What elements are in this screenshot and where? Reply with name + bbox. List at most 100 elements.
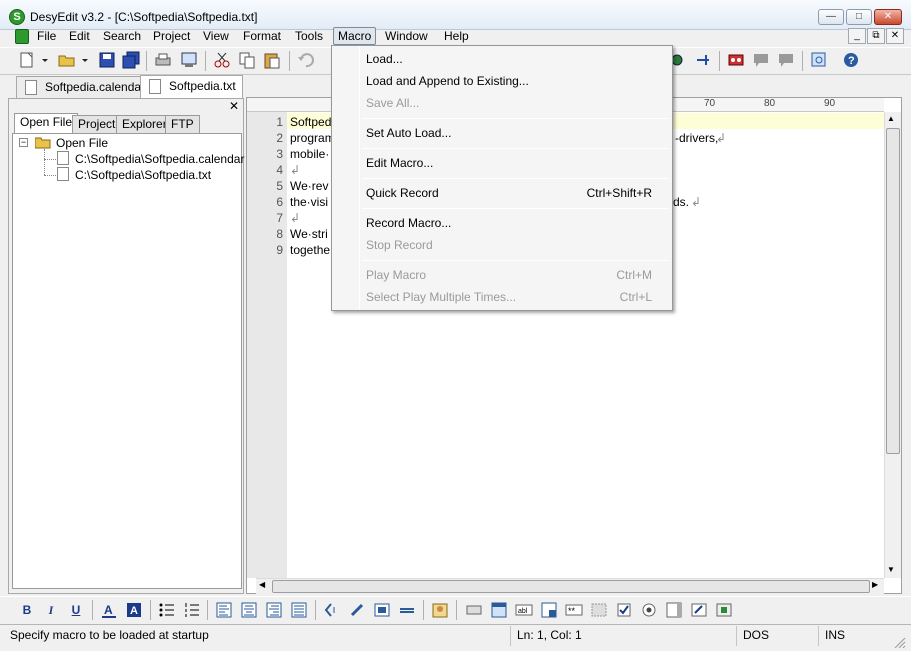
hidden-field-icon[interactable] xyxy=(590,601,608,619)
document-icon[interactable] xyxy=(15,29,29,44)
code-line: program xyxy=(290,131,335,145)
scroll-left-icon[interactable]: ◀ xyxy=(259,580,265,589)
save-all-icon[interactable] xyxy=(122,51,140,69)
menu-file[interactable]: File xyxy=(33,27,60,45)
menu-view[interactable]: View xyxy=(199,27,233,45)
menu-item-load[interactable]: Load... xyxy=(366,52,403,66)
highlight-color-icon[interactable]: A xyxy=(125,601,143,619)
open-dropdown-icon[interactable] xyxy=(80,51,90,69)
undo-icon[interactable] xyxy=(297,51,315,69)
font-color-icon[interactable]: A xyxy=(100,601,118,619)
print-preview-icon[interactable] xyxy=(180,51,198,69)
submit-icon[interactable] xyxy=(715,601,733,619)
find-in-files-icon[interactable] xyxy=(810,51,828,69)
menu-item-record-macro[interactable]: Record Macro... xyxy=(366,216,451,230)
new-dropdown-icon[interactable] xyxy=(40,51,50,69)
link-icon[interactable] xyxy=(348,601,366,619)
bold-button[interactable]: B xyxy=(18,601,36,619)
svg-text:?: ? xyxy=(848,55,855,67)
menu-item-load-append[interactable]: Load and Append to Existing... xyxy=(366,74,529,88)
tree-file-calendar[interactable]: C:\Softpedia\Softpedia.calendar xyxy=(75,152,244,166)
form-icon[interactable] xyxy=(431,601,449,619)
menu-format[interactable]: Format xyxy=(239,27,285,45)
underline-button[interactable]: U xyxy=(67,601,85,619)
menu-separator xyxy=(362,208,669,209)
justify-icon[interactable] xyxy=(290,601,308,619)
menu-macro[interactable]: Macro xyxy=(333,27,377,45)
ruler-number: 70 xyxy=(704,98,716,109)
tree-root-label[interactable]: Open File xyxy=(56,136,108,150)
menu-edit[interactable]: Edit xyxy=(65,27,94,45)
ruler-number: 80 xyxy=(764,98,776,109)
scroll-up-icon[interactable]: ▲ xyxy=(887,114,895,123)
frame-icon[interactable] xyxy=(490,601,508,619)
paste-icon[interactable] xyxy=(263,51,281,69)
folder-icon xyxy=(34,136,51,149)
radio-button-icon[interactable] xyxy=(640,601,658,619)
toolbar-separator xyxy=(207,600,208,620)
tree-collapse-icon[interactable]: − xyxy=(19,138,28,147)
pane-close-icon[interactable]: ✕ xyxy=(229,99,239,113)
maximize-button[interactable]: □ xyxy=(846,9,872,25)
mdi-minimize-button[interactable]: _ xyxy=(848,28,866,44)
list-box-icon[interactable] xyxy=(665,601,683,619)
grid-control-icon[interactable] xyxy=(540,601,558,619)
tab-softpedia-calendar[interactable]: Softpedia.calendar xyxy=(16,76,153,98)
horizontal-rule-icon[interactable] xyxy=(398,601,416,619)
tab-softpedia-txt[interactable]: Softpedia.txt xyxy=(140,75,243,98)
print-icon[interactable] xyxy=(154,51,172,69)
checkbox-icon[interactable] xyxy=(615,601,633,619)
mdi-restore-button[interactable]: ⧉ xyxy=(867,28,885,44)
italic-button[interactable]: I xyxy=(42,601,60,619)
code-line-tail: ds. xyxy=(673,195,690,209)
image-icon[interactable] xyxy=(373,601,391,619)
copy-icon[interactable] xyxy=(238,51,256,69)
align-left-icon[interactable] xyxy=(215,601,233,619)
menu-item-edit-macro[interactable]: Edit Macro... xyxy=(366,156,433,170)
record-icon[interactable] xyxy=(727,51,745,69)
app-icon[interactable]: S xyxy=(9,9,25,25)
close-button[interactable]: ✕ xyxy=(874,9,902,25)
resize-grip-icon[interactable] xyxy=(893,636,907,649)
tag-icon[interactable] xyxy=(323,601,341,619)
horizontal-scroll-thumb[interactable] xyxy=(272,580,870,593)
menu-search[interactable]: Search xyxy=(99,27,145,45)
password-field-icon[interactable]: ** xyxy=(565,601,583,619)
comment-remove-icon[interactable] xyxy=(777,51,795,69)
shortcut-play-macro: Ctrl+M xyxy=(616,268,652,282)
toolbar-separator xyxy=(315,600,316,620)
menu-help[interactable]: Help xyxy=(440,27,473,45)
tab-ftp[interactable]: FTP xyxy=(165,115,200,133)
save-icon[interactable] xyxy=(98,51,116,69)
align-right-icon[interactable] xyxy=(265,601,283,619)
mdi-close-button[interactable]: ✕ xyxy=(886,28,904,44)
toolbar-separator xyxy=(719,51,720,71)
tab-project[interactable]: Project xyxy=(72,115,122,133)
align-center-icon[interactable] xyxy=(240,601,258,619)
new-file-icon[interactable] xyxy=(18,51,36,69)
numbered-list-icon[interactable] xyxy=(183,601,201,619)
text-area-icon[interactable] xyxy=(690,601,708,619)
eol-mark: ↲ xyxy=(290,163,301,177)
cut-icon[interactable] xyxy=(213,51,231,69)
menu-window[interactable]: Window xyxy=(381,27,432,45)
menu-tools[interactable]: Tools xyxy=(291,27,327,45)
menu-item-set-auto-load[interactable]: Set Auto Load... xyxy=(366,126,451,140)
menu-project[interactable]: Project xyxy=(149,27,194,45)
scroll-right-icon[interactable]: ▶ xyxy=(872,580,878,589)
menu-item-stop-record: Stop Record xyxy=(366,238,433,252)
bullet-list-icon[interactable] xyxy=(158,601,176,619)
minimize-button[interactable]: — xyxy=(818,9,844,25)
tab-open-file[interactable]: Open File xyxy=(14,113,79,134)
scroll-down-icon[interactable]: ▼ xyxy=(887,565,895,574)
open-folder-icon[interactable] xyxy=(58,51,76,69)
menu-item-quick-record[interactable]: Quick Record xyxy=(366,186,439,200)
button-control-icon[interactable] xyxy=(465,601,483,619)
help-icon[interactable]: ? xyxy=(843,51,861,69)
vertical-scroll-thumb[interactable] xyxy=(886,128,900,454)
pin-icon[interactable] xyxy=(694,51,712,69)
eol-mark: ↲ xyxy=(716,131,727,145)
tree-file-txt[interactable]: C:\Softpedia\Softpedia.txt xyxy=(75,168,211,182)
comment-icon[interactable] xyxy=(752,51,770,69)
text-field-icon[interactable]: abl xyxy=(515,601,533,619)
